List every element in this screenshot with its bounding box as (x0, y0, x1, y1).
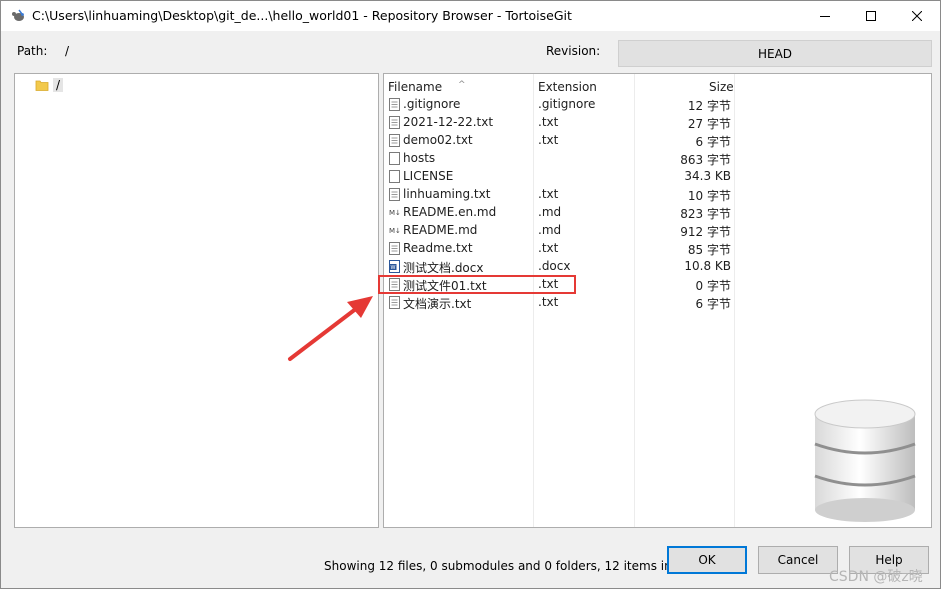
tree-item-root[interactable]: / (35, 78, 64, 92)
text-file-icon (389, 296, 400, 309)
path-label: Path: (17, 44, 48, 58)
file-size: 6 字节 (695, 297, 731, 311)
file-row[interactable]: LICENSE 34.3 KB (384, 168, 931, 186)
file-row[interactable]: 文档演示.txt .txt 6 字节 (384, 294, 931, 312)
file-row[interactable]: Readme.txt .txt 85 字节 (384, 240, 931, 258)
text-file-icon (389, 134, 400, 147)
file-extension: .docx (538, 259, 571, 273)
path-value: / (65, 44, 70, 58)
file-extension: .txt (538, 295, 559, 309)
file-name: hosts (403, 151, 436, 165)
file-extension: .md (538, 223, 562, 237)
file-size: 85 字节 (687, 243, 731, 257)
file-name: 测试文档.docx (403, 261, 484, 275)
file-size: 10.8 KB (684, 259, 731, 273)
file-row[interactable]: 2021-12-22.txt .txt 27 字节 (384, 114, 931, 132)
file-row[interactable]: demo02.txt .txt 6 字节 (384, 132, 931, 150)
text-file-icon (389, 98, 400, 111)
column-header-size[interactable]: Size (709, 80, 734, 94)
markdown-file-icon: M↓ (389, 209, 400, 217)
annotation-arrow-icon (288, 296, 373, 361)
minimize-button[interactable] (802, 1, 848, 31)
tree-item-label: / (53, 78, 64, 92)
file-size: 10 字节 (687, 189, 731, 203)
file-extension: .txt (538, 133, 559, 147)
title-bar: C:\Users\linhuaming\Desktop\git_de...\he… (1, 1, 940, 31)
column-header-extension[interactable]: Extension (538, 80, 597, 94)
file-row[interactable]: hosts 863 字节 (384, 150, 931, 168)
file-row[interactable]: linhuaming.txt .txt 10 字节 (384, 186, 931, 204)
file-name: 2021-12-22.txt (403, 115, 494, 129)
file-size: 27 字节 (687, 117, 731, 131)
file-name: .gitignore (403, 97, 461, 111)
file-name: demo02.txt (403, 133, 473, 147)
tortoisegit-app-icon (12, 9, 24, 21)
minimize-icon (820, 16, 830, 17)
close-button[interactable] (894, 1, 940, 31)
file-name: README.md (403, 223, 478, 237)
maximize-icon (866, 11, 876, 21)
cancel-button[interactable]: Cancel (758, 546, 838, 574)
database-icon (814, 399, 916, 522)
text-file-icon (389, 116, 400, 129)
column-header-filename-label: Filename (388, 80, 443, 94)
file-extension: .txt (538, 241, 559, 255)
svg-text:M↓: M↓ (389, 209, 400, 217)
file-size: 823 字节 (680, 207, 731, 221)
file-size: 6 字节 (695, 135, 731, 149)
close-icon (912, 11, 922, 21)
file-name: Readme.txt (403, 241, 473, 255)
sort-ascending-icon: ^ (458, 80, 466, 90)
file-extension: .gitignore (538, 97, 596, 111)
file-extension: .txt (538, 187, 559, 201)
markdown-file-icon: M↓ (389, 227, 400, 235)
blank-file-icon (389, 170, 400, 183)
file-size: 863 字节 (680, 153, 731, 167)
word-file-icon: W (389, 260, 400, 273)
file-size: 912 字节 (680, 225, 731, 239)
file-name: 文档演示.txt (403, 297, 472, 311)
column-header-filename[interactable]: Filename ^ (388, 80, 466, 94)
repository-browser-window: C:\Users\linhuaming\Desktop\git_de...\he… (0, 0, 941, 589)
file-extension: .md (538, 205, 562, 219)
svg-text:M↓: M↓ (389, 227, 400, 235)
file-size: 0 字节 (695, 279, 731, 293)
revision-label: Revision: (546, 44, 601, 58)
file-row[interactable]: .gitignore .gitignore 12 字节 (384, 96, 931, 114)
file-row[interactable]: M↓ README.en.md .md 823 字节 (384, 204, 931, 222)
ok-button[interactable]: OK (667, 546, 747, 574)
maximize-button[interactable] (848, 1, 894, 31)
file-name: README.en.md (403, 205, 497, 219)
folder-icon (35, 80, 49, 91)
watermark-text: CSDN @破z晓 (829, 569, 923, 585)
annotation-highlight-box (378, 275, 576, 294)
status-text: Showing 12 files, 0 submodules and 0 fol… (324, 559, 703, 573)
blank-file-icon (389, 152, 400, 165)
window-title: C:\Users\linhuaming\Desktop\git_de...\he… (32, 8, 572, 23)
file-name: linhuaming.txt (403, 187, 491, 201)
file-name: LICENSE (403, 169, 454, 183)
file-row[interactable]: W 测试文档.docx .docx 10.8 KB (384, 258, 931, 276)
file-size: 12 字节 (687, 99, 731, 113)
text-file-icon (389, 188, 400, 201)
svg-text:W: W (391, 265, 396, 271)
text-file-icon (389, 242, 400, 255)
file-row[interactable]: M↓ README.md .md 912 字节 (384, 222, 931, 240)
file-size: 34.3 KB (684, 169, 731, 183)
file-extension: .txt (538, 115, 559, 129)
revision-button[interactable]: HEAD (618, 40, 932, 67)
